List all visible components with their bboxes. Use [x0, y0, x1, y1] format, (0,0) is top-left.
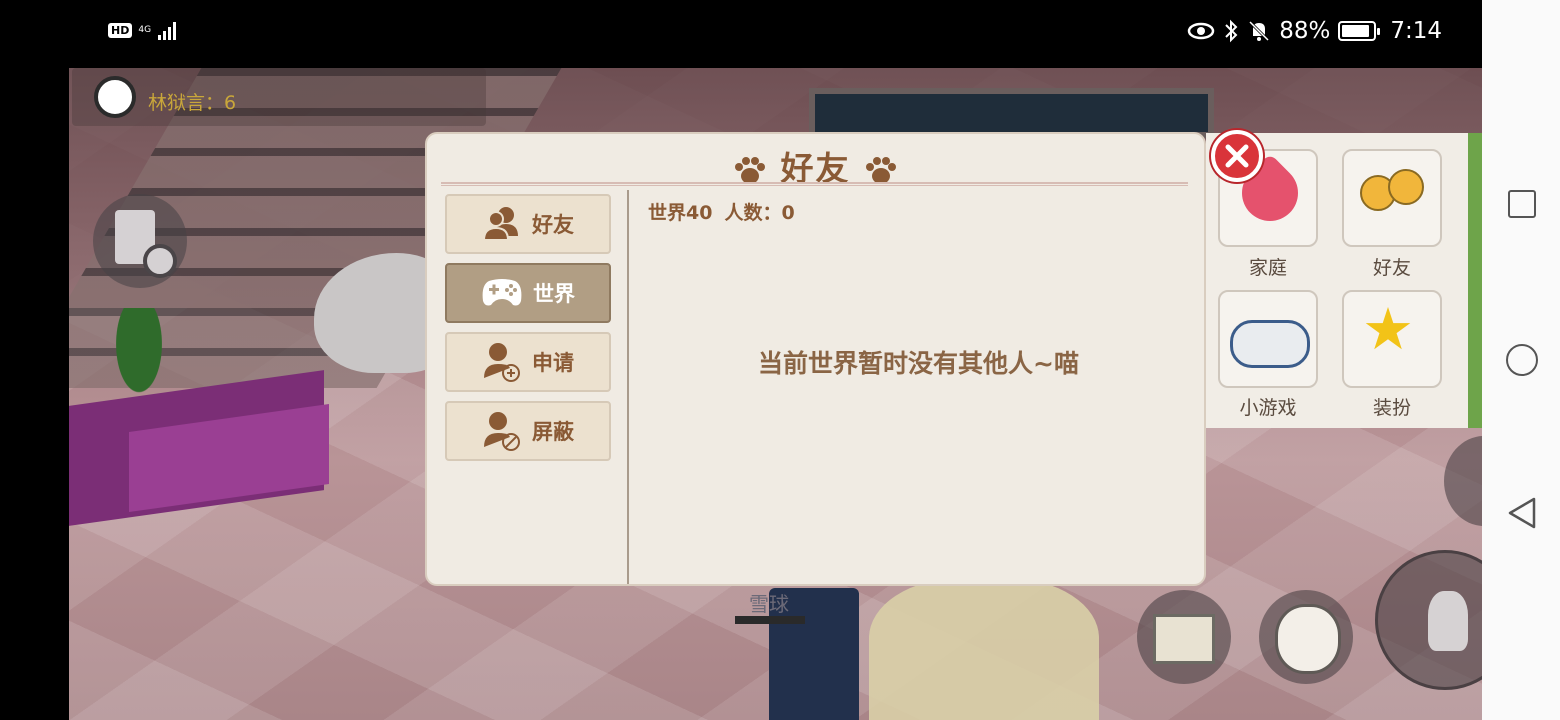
sidebar-divider	[627, 190, 629, 584]
dressup-menu-label: 装扮	[1372, 397, 1411, 419]
character-name-tag: 雪球	[749, 592, 789, 616]
player-label: 林狱言：6	[148, 92, 237, 114]
minigame-menu-button[interactable]	[1218, 290, 1318, 388]
battery-icon	[1338, 21, 1381, 41]
toggle-button[interactable]	[94, 76, 136, 118]
title-divider	[441, 182, 1188, 186]
back-button[interactable]	[1506, 496, 1538, 529]
eye-icon	[1187, 22, 1215, 40]
tab-blocked[interactable]: 屏蔽	[445, 401, 611, 461]
tab-blocked-label: 屏蔽	[532, 420, 574, 444]
map-icon	[1153, 614, 1215, 664]
running-figure-icon	[1428, 591, 1468, 651]
tab-friends-label: 好友	[532, 213, 574, 237]
tab-requests-label: 申请	[532, 351, 574, 375]
empty-message: 当前世界暂时没有其他人~喵	[758, 349, 1079, 378]
extra-button[interactable]	[1444, 436, 1482, 526]
block-person-icon	[484, 412, 520, 451]
hd-indicator: HD	[108, 22, 133, 38]
friends-menu-label: 好友	[1372, 257, 1411, 279]
task-log-button[interactable]	[93, 194, 187, 288]
world-label: 世界40	[648, 202, 713, 224]
paw-icon	[866, 156, 896, 184]
add-person-icon	[484, 343, 520, 382]
network-type: 4G	[138, 24, 152, 35]
gamepad-icon	[1230, 320, 1310, 368]
friends-icon	[482, 207, 518, 241]
clock-icon	[143, 244, 177, 278]
pet-button[interactable]	[1259, 590, 1353, 684]
cat-icon	[1275, 604, 1341, 674]
friends-menu-button[interactable]	[1342, 149, 1442, 247]
world-info: 世界40 人数：0	[648, 198, 807, 225]
room-windows	[809, 88, 1214, 138]
round-stool	[869, 578, 1099, 720]
friends-dialog: 好友 好友 世界 申请 屏蔽 世界40 人数：0 当前世界暂时没有其他人~喵	[425, 132, 1206, 586]
player-info-panel: 林狱言：6	[72, 68, 486, 126]
tab-world-label: 世界	[533, 282, 575, 306]
gamepad-icon	[482, 279, 522, 306]
close-button[interactable]	[1211, 130, 1263, 182]
friends-icon	[1358, 169, 1430, 231]
map-button[interactable]	[1137, 590, 1231, 684]
player-count: 人数：0	[724, 202, 795, 224]
menu-edge	[1468, 133, 1482, 428]
recent-apps-button[interactable]	[1508, 190, 1536, 218]
battery-percent: 88%	[1279, 18, 1331, 44]
minigame-menu-label: 小游戏	[1239, 397, 1297, 419]
dressup-menu-button[interactable]: ★	[1342, 290, 1442, 388]
screen: { "status_bar": { "hd": "HD", "network":…	[0, 0, 1560, 720]
magic-wand-icon: ★	[1362, 295, 1414, 363]
tab-world[interactable]: 世界	[445, 263, 611, 323]
status-bar: HD 4G 88% 7:14	[0, 0, 1482, 68]
clock: 7:14	[1390, 18, 1442, 44]
tab-requests[interactable]: 申请	[445, 332, 611, 392]
action-button[interactable]	[1375, 550, 1482, 690]
navigation-bar	[1482, 0, 1560, 720]
close-icon	[1225, 144, 1249, 168]
battery-fill	[1342, 25, 1369, 37]
tab-friends[interactable]: 好友	[445, 194, 611, 254]
mute-bell-icon	[1249, 20, 1270, 42]
paw-icon	[735, 156, 765, 184]
signal-icon	[158, 20, 177, 40]
family-menu-label: 家庭	[1248, 257, 1287, 279]
bluetooth-icon	[1225, 19, 1238, 43]
character-hp-bar	[735, 616, 805, 624]
home-button[interactable]	[1506, 344, 1538, 376]
